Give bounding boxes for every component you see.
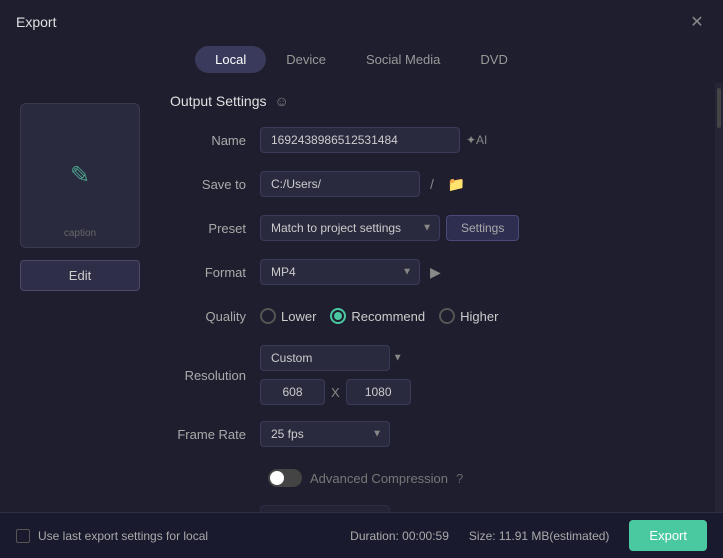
resolution-select[interactable]: Custom xyxy=(260,345,390,371)
quality-higher-option[interactable]: Higher xyxy=(439,308,498,324)
resolution-controls: Custom ▼ X xyxy=(260,345,411,405)
advanced-label: Advanced Compression xyxy=(310,471,448,486)
output-settings-label: Output Settings xyxy=(170,93,267,109)
bottom-bar: Use last export settings for local Durat… xyxy=(0,512,723,558)
save-to-input[interactable] xyxy=(260,171,420,197)
preset-label: Preset xyxy=(170,221,260,236)
tab-device[interactable]: Device xyxy=(266,46,346,73)
help-icon[interactable]: ? xyxy=(456,471,463,486)
quality-recommend-radio-dot xyxy=(334,312,342,320)
by-quality-select[interactable]: By Quality xyxy=(260,505,390,512)
format-select-wrap: MP4 ▼ xyxy=(260,259,420,285)
pencil-icon: ✎ xyxy=(70,161,90,190)
right-panel: Output Settings ☺ Name ✦AI Save to / 📁 xyxy=(160,83,715,512)
by-quality-select-wrap: By Quality ▼ xyxy=(260,505,390,512)
duration-text: Duration: 00:00:59 xyxy=(350,529,449,543)
play-preview-icon[interactable]: ▶ xyxy=(430,264,441,281)
save-to-label: Save to xyxy=(170,177,260,192)
quality-lower-label: Lower xyxy=(281,309,316,324)
resolution-chevron-icon: ▼ xyxy=(393,353,403,364)
section-header: Output Settings ☺ xyxy=(170,93,695,109)
content-area: ✎ caption Edit Output Settings ☺ Name ✦A… xyxy=(0,83,723,512)
window-title: Export xyxy=(16,14,56,30)
settings-button[interactable]: Settings xyxy=(446,215,519,241)
quality-row: Quality Lower Recommend xyxy=(170,301,695,331)
save-to-row: Save to / 📁 xyxy=(170,169,695,199)
quality-higher-radio[interactable] xyxy=(439,308,455,324)
use-last-settings[interactable]: Use last export settings for local xyxy=(16,529,208,543)
left-panel: ✎ caption Edit xyxy=(0,83,160,512)
quality-recommend-label: Recommend xyxy=(351,309,425,324)
ai-icon[interactable]: ✦AI xyxy=(466,133,487,147)
resolution-content: Custom ▼ X xyxy=(260,345,695,405)
frame-rate-label: Frame Rate xyxy=(170,427,260,442)
name-content: ✦AI xyxy=(260,127,695,153)
frame-rate-content: 25 fps ▼ xyxy=(260,421,695,447)
scrollbar[interactable] xyxy=(715,83,723,512)
size-text: Size: 11.91 MB(estimated) xyxy=(469,529,610,543)
preview-label: caption xyxy=(64,228,96,239)
frame-rate-select-wrap: 25 fps ▼ xyxy=(260,421,390,447)
name-input[interactable] xyxy=(260,127,460,153)
format-label: Format xyxy=(170,265,260,280)
format-row: Format MP4 ▼ ▶ xyxy=(170,257,695,287)
scrollbar-thumb[interactable] xyxy=(717,88,721,128)
folder-icon[interactable]: 📁 xyxy=(444,174,469,195)
resolution-x-label: X xyxy=(331,385,340,400)
use-last-label: Use last export settings for local xyxy=(38,529,208,543)
quality-radio-group: Lower Recommend Higher xyxy=(260,308,498,324)
resolution-height-input[interactable] xyxy=(346,379,411,405)
tab-local[interactable]: Local xyxy=(195,46,266,73)
edit-path-icon[interactable]: / xyxy=(426,174,438,194)
edit-button[interactable]: Edit xyxy=(20,260,140,291)
resolution-width-input[interactable] xyxy=(260,379,325,405)
quality-higher-label: Higher xyxy=(460,309,498,324)
resolution-row: Resolution Custom ▼ X xyxy=(170,345,695,405)
use-last-checkbox[interactable] xyxy=(16,529,30,543)
quality-content: Lower Recommend Higher xyxy=(260,308,695,324)
resolution-select-wrap: Custom ▼ xyxy=(260,345,411,371)
quality-label: Quality xyxy=(170,309,260,324)
by-quality-content: By Quality ▼ xyxy=(260,505,695,512)
quality-lower-option[interactable]: Lower xyxy=(260,308,316,324)
format-select[interactable]: MP4 xyxy=(260,259,420,285)
tab-bar: Local Device Social Media DVD xyxy=(0,40,723,83)
info-icon: ☺ xyxy=(275,93,289,109)
quality-lower-radio[interactable] xyxy=(260,308,276,324)
preset-select[interactable]: Match to project settings xyxy=(260,215,440,241)
frame-rate-select[interactable]: 25 fps xyxy=(260,421,390,447)
preset-select-wrap: Match to project settings ▼ xyxy=(260,215,440,241)
by-quality-row: By Quality ▼ xyxy=(170,503,695,512)
quality-recommend-radio[interactable] xyxy=(330,308,346,324)
name-label: Name xyxy=(170,133,260,148)
title-bar: Export ✕ xyxy=(0,0,723,40)
quality-recommend-option[interactable]: Recommend xyxy=(330,308,425,324)
frame-rate-row: Frame Rate 25 fps ▼ xyxy=(170,419,695,449)
tab-dvd[interactable]: DVD xyxy=(460,46,527,73)
resolution-label: Resolution xyxy=(170,368,260,383)
tab-social-media[interactable]: Social Media xyxy=(346,46,460,73)
save-to-content: / 📁 xyxy=(260,171,695,197)
toggle-knob xyxy=(270,471,284,485)
advanced-toggle-container: Advanced Compression ? xyxy=(268,469,463,487)
export-window: Export ✕ Local Device Social Media DVD ✎… xyxy=(0,0,723,558)
bottom-info: Duration: 00:00:59 Size: 11.91 MB(estima… xyxy=(350,520,707,551)
close-button[interactable]: ✕ xyxy=(687,12,707,32)
export-button[interactable]: Export xyxy=(629,520,707,551)
preset-content: Match to project settings ▼ Settings xyxy=(260,215,695,241)
format-content: MP4 ▼ ▶ xyxy=(260,259,695,285)
advanced-compression-row: Advanced Compression ? xyxy=(170,463,695,493)
preset-row: Preset Match to project settings ▼ Setti… xyxy=(170,213,695,243)
name-row: Name ✦AI xyxy=(170,125,695,155)
preview-box: ✎ caption xyxy=(20,103,140,248)
resolution-inputs: X xyxy=(260,379,411,405)
advanced-toggle[interactable] xyxy=(268,469,302,487)
